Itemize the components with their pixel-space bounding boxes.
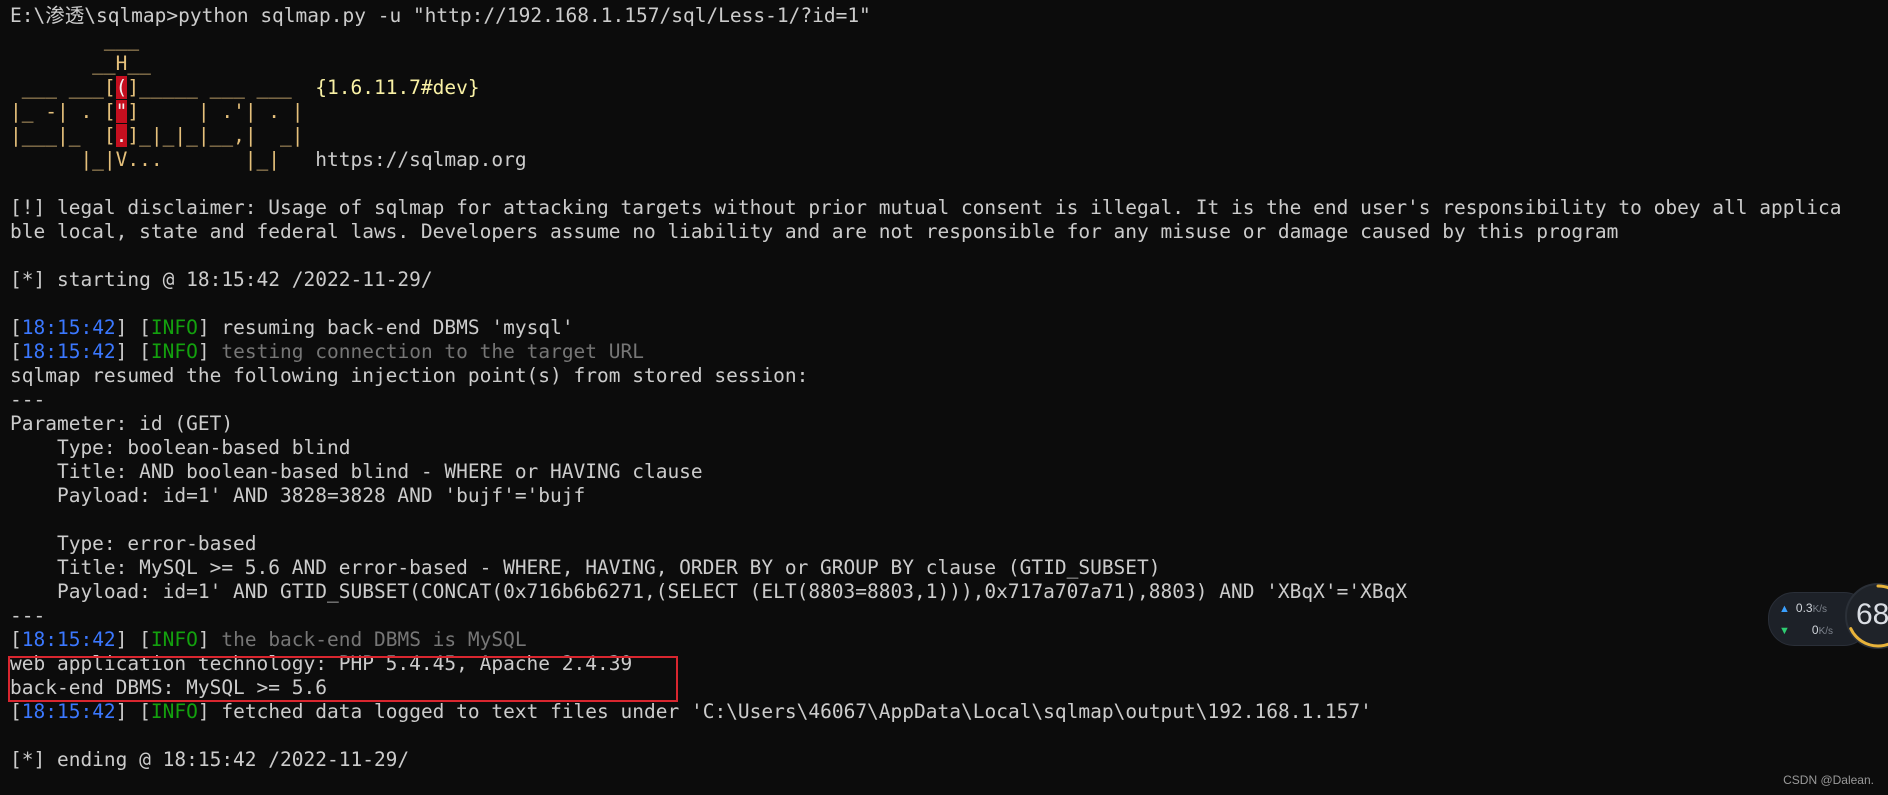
log-line-resuming: [18:15:42] [INFO] resuming back-end DBMS…	[10, 316, 574, 339]
backend-dbms: back-end DBMS: MySQL >= 5.6	[10, 676, 327, 699]
banner-line-2: __H__	[10, 52, 151, 75]
banner-line-6: |_|V... |_| https://sqlmap.org	[10, 148, 1888, 172]
injection-1-title: Title: AND boolean-based blind - WHERE o…	[10, 460, 703, 483]
log-timestamp: 18:15:42	[21, 316, 116, 339]
log-timestamp: 18:15:42	[21, 340, 116, 363]
info-tag: INFO	[150, 340, 198, 363]
banner-segment: ]_____ ___ ___	[127, 76, 316, 99]
info-tag: INFO	[150, 628, 198, 651]
banner-segment: |_ -| . [	[10, 100, 116, 123]
sqlmap-version: {1.6.11.7#dev}	[315, 76, 480, 99]
network-speed-widget[interactable]: ▲ 0.3K/s ▼ 0K/s 68	[1768, 582, 1888, 649]
banner-segment: |_|V... |_|	[10, 148, 316, 171]
starting-line: [*] starting @ 18:15:42 /2022-11-29/	[10, 268, 433, 291]
log-line-fetched: [18:15:42] [INFO] fetched data logged to…	[10, 700, 1372, 723]
log-timestamp: 18:15:42	[21, 700, 116, 723]
banner-red-glyph: .	[115, 124, 128, 147]
banner-segment: |___|_ [	[10, 124, 116, 147]
download-unit: K/s	[1818, 626, 1834, 637]
web-application-technology: web application technology: PHP 5.4.45, …	[10, 652, 633, 675]
command-prompt-line: E:\渗透\sqlmap>python sqlmap.py -u "http:/…	[10, 4, 871, 27]
banner-line-5: |___|_ [.]_|_|_|__,| _|	[10, 124, 1888, 148]
banner-line-1: ___	[10, 28, 140, 51]
terminal-window[interactable]: E:\渗透\sqlmap>python sqlmap.py -u "http:/…	[10, 4, 1888, 795]
banner-red-glyph: "	[115, 100, 128, 123]
log-line-testing: [18:15:42] [INFO] testing connection to …	[10, 340, 644, 363]
banner-segment: ] | .'| . |	[127, 100, 304, 123]
parameter-line: Parameter: id (GET)	[10, 412, 234, 435]
separator-line: ---	[10, 604, 46, 627]
log-message: resuming back-end DBMS 'mysql'	[221, 316, 574, 339]
log-timestamp: 18:15:42	[21, 628, 116, 651]
info-tag: INFO	[150, 700, 198, 723]
log-line-backend: [18:15:42] [INFO] the back-end DBMS is M…	[10, 628, 527, 651]
gauge-value: 68	[1856, 598, 1888, 631]
info-tag: INFO	[150, 316, 198, 339]
ending-line: [*] ending @ 18:15:42 /2022-11-29/	[10, 748, 410, 771]
injection-2-title: Title: MySQL >= 5.6 AND error-based - WH…	[10, 556, 1161, 579]
injection-2-payload: Payload: id=1' AND GTID_SUBSET(CONCAT(0x…	[10, 580, 1408, 603]
download-arrow-icon: ▼	[1779, 625, 1790, 637]
banner-segment: ]_|_|_|__,| _|	[127, 124, 304, 147]
injection-1-type: Type: boolean-based blind	[10, 436, 351, 459]
sqlmap-url: https://sqlmap.org	[315, 148, 527, 171]
upload-speed: ▲ 0.3K/s	[1779, 598, 1827, 618]
banner-line-4: |_ -| . ["] | .'| . |	[10, 100, 1888, 124]
injection-1-payload: Payload: id=1' AND 3828=3828 AND 'bujf'=…	[10, 484, 586, 507]
upload-unit: K/s	[1812, 604, 1828, 615]
log-message: the back-end DBMS is MySQL	[221, 628, 527, 651]
download-value: 0	[1811, 623, 1819, 637]
resumed-injection-points: sqlmap resumed the following injection p…	[10, 364, 809, 387]
upload-value: 0.3	[1795, 601, 1813, 615]
log-message: testing connection to the target URL	[221, 340, 644, 363]
legal-disclaimer-line-2: ble local, state and federal laws. Devel…	[10, 220, 1619, 243]
banner-red-glyph: (	[115, 76, 128, 99]
injection-2-type: Type: error-based	[10, 532, 257, 555]
legal-disclaimer-line-1: [!] legal disclaimer: Usage of sqlmap fo…	[10, 196, 1842, 219]
separator-line: ---	[10, 388, 46, 411]
download-speed: ▼ 0K/s	[1779, 620, 1833, 640]
banner-line-3: ___ ___[(]_____ ___ ___ {1.6.11.7#dev}	[10, 76, 1888, 100]
upload-arrow-icon: ▲	[1779, 603, 1790, 615]
csdn-watermark: CSDN @Dalean.	[1783, 773, 1874, 787]
banner-segment: ___ ___[	[10, 76, 116, 99]
log-message: fetched data logged to text files under …	[221, 700, 1372, 723]
